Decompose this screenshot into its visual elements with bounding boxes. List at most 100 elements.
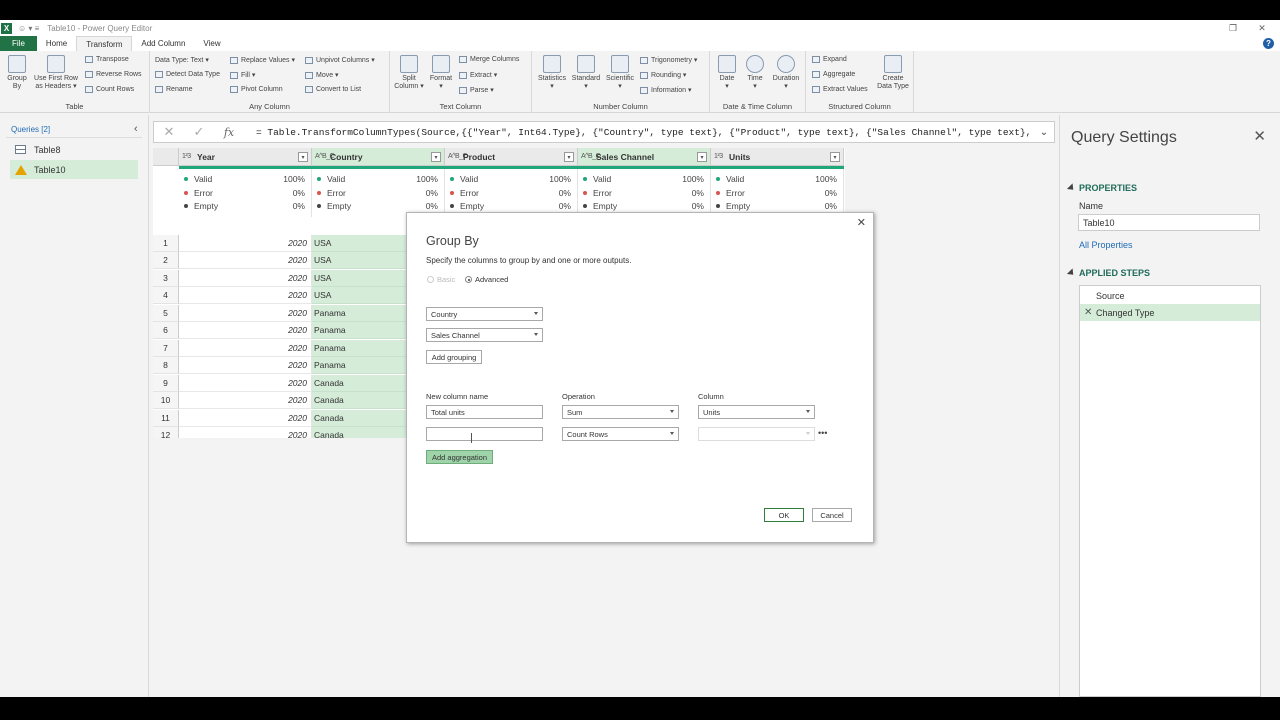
reverse-rows-button[interactable]: Reverse Rows	[85, 71, 142, 78]
cell-year[interactable]: 2020	[179, 270, 312, 287]
close-window-icon[interactable]: ✕	[1248, 20, 1276, 36]
extract-values-button[interactable]: Extract Values	[812, 86, 868, 93]
count-rows-button[interactable]: Count Rows	[85, 86, 134, 93]
create-data-type-button[interactable]: Create Data Type	[874, 55, 912, 91]
row-number[interactable]: 7	[153, 340, 179, 357]
new-column-name-input-2[interactable]	[426, 427, 543, 441]
step-changed-type[interactable]: ✕ Changed Type	[1080, 304, 1260, 321]
unpivot-columns-button[interactable]: Unpivot Columns ▾	[305, 56, 375, 64]
scientific-button[interactable]: Scientific ▾	[603, 55, 637, 91]
column-header-units[interactable]: 1²3 Units ▾	[711, 148, 844, 166]
cell-country[interactable]: Panama	[312, 357, 407, 374]
filter-dropdown-icon[interactable]: ▾	[697, 152, 707, 162]
standard-button[interactable]: Standard ▾	[569, 55, 603, 91]
row-number[interactable]: 2	[153, 252, 179, 269]
parse-button[interactable]: Parse ▾	[459, 86, 494, 94]
filter-dropdown-icon[interactable]: ▾	[564, 152, 574, 162]
cell-year[interactable]: 2020	[179, 392, 312, 409]
delete-step-icon[interactable]: ✕	[1084, 307, 1092, 318]
restore-window-icon[interactable]: ❐	[1219, 20, 1247, 36]
information-button[interactable]: Information ▾	[640, 86, 691, 94]
cell-year[interactable]: 2020	[179, 357, 312, 374]
column-header-country[interactable]: A^B_C Country ▾	[312, 148, 445, 166]
rounding-button[interactable]: Rounding ▾	[640, 71, 686, 79]
row-number[interactable]: 11	[153, 410, 179, 427]
all-properties-link[interactable]: All Properties	[1079, 240, 1133, 250]
text-type-icon[interactable]: A^B_C	[312, 153, 335, 160]
use-first-row-headers-button[interactable]: Use First Row as Headers ▾	[32, 55, 80, 91]
tab-transform[interactable]: Transform	[76, 36, 133, 51]
commit-formula-icon[interactable]: ✓	[184, 124, 214, 140]
row-number[interactable]: 9	[153, 375, 179, 392]
collapse-pane-icon[interactable]: ‹	[134, 123, 138, 135]
group-by-select-2[interactable]: Sales Channel	[426, 328, 543, 342]
row-number[interactable]: 5	[153, 305, 179, 322]
format-button[interactable]: Format ▾	[427, 55, 455, 91]
more-options-icon[interactable]: •••	[818, 428, 827, 438]
cell-year[interactable]: 2020	[179, 287, 312, 304]
step-source[interactable]: Source	[1080, 287, 1260, 304]
row-number[interactable]: 12	[153, 427, 179, 438]
file-tab[interactable]: File	[0, 36, 37, 51]
close-icon[interactable]: ✕	[857, 216, 866, 229]
query-name-input[interactable]: Table10	[1078, 214, 1260, 231]
row-number[interactable]: 8	[153, 357, 179, 374]
row-number[interactable]: 3	[153, 270, 179, 287]
time-button[interactable]: Time ▾	[742, 55, 768, 91]
cell-year[interactable]: 2020	[179, 235, 312, 252]
number-type-icon[interactable]: 1²3	[711, 153, 729, 160]
cell-country[interactable]: Panama	[312, 340, 407, 357]
text-type-icon[interactable]: A^B_C	[445, 153, 468, 160]
extract-button[interactable]: Extract ▾	[459, 71, 497, 79]
quick-access-toolbar[interactable]: ☺ ▾ ≡	[18, 24, 39, 33]
chevron-down-icon[interactable]: ⌄	[1034, 127, 1054, 138]
query-item-table10[interactable]: Table10	[10, 160, 138, 179]
query-item-table8[interactable]: Table8	[10, 140, 138, 159]
operation-select-1[interactable]: Sum	[562, 405, 679, 419]
formula-input[interactable]: = Table.TransformColumnTypes(Source,{{"Y…	[256, 127, 1034, 138]
expand-button[interactable]: Expand	[812, 56, 847, 63]
text-type-icon[interactable]: A^B_C	[578, 153, 601, 160]
split-column-button[interactable]: Split Column ▾	[394, 55, 424, 91]
pivot-column-button[interactable]: Pivot Column	[230, 86, 283, 93]
cell-country[interactable]: USA	[312, 252, 407, 269]
cell-country[interactable]: USA	[312, 235, 407, 252]
date-button[interactable]: Date ▾	[714, 55, 740, 91]
row-number[interactable]: 6	[153, 322, 179, 339]
radio-advanced[interactable]: Advanced	[465, 275, 508, 284]
cell-year[interactable]: 2020	[179, 340, 312, 357]
detect-data-type-button[interactable]: Detect Data Type	[155, 71, 220, 78]
cell-year[interactable]: 2020	[179, 375, 312, 392]
merge-columns-button[interactable]: Merge Columns	[459, 56, 519, 63]
ok-button[interactable]: OK	[764, 508, 804, 522]
cell-year[interactable]: 2020	[179, 252, 312, 269]
duration-button[interactable]: Duration ▾	[770, 55, 802, 91]
data-type-dropdown[interactable]: Data Type: Text ▾	[155, 56, 209, 64]
column-header-product[interactable]: A^B_C Product ▾	[445, 148, 578, 166]
column-header-sales-channel[interactable]: A^B_C Sales Channel ▾	[578, 148, 711, 166]
help-icon[interactable]: ?	[1263, 38, 1274, 49]
move-button[interactable]: Move ▾	[305, 71, 339, 79]
tab-add-column[interactable]: Add Column	[132, 36, 194, 51]
new-column-name-input-1[interactable]: Total units	[426, 405, 543, 419]
close-icon[interactable]: ✕	[1253, 127, 1266, 145]
operation-select-2[interactable]: Count Rows	[562, 427, 679, 441]
add-grouping-button[interactable]: Add grouping	[426, 350, 482, 364]
cell-country[interactable]: USA	[312, 270, 407, 287]
statistics-button[interactable]: Statistics ▾	[535, 55, 569, 91]
row-number[interactable]: 1	[153, 235, 179, 252]
properties-header[interactable]: PROPERTIES	[1066, 183, 1137, 193]
cancel-button[interactable]: Cancel	[812, 508, 852, 522]
table-menu-icon[interactable]	[153, 148, 179, 166]
column-header-year[interactable]: 1²3 Year ▾	[179, 148, 312, 166]
group-by-button[interactable]: Group By	[4, 55, 30, 91]
radio-basic[interactable]: Basic	[427, 275, 455, 284]
group-by-select-1[interactable]: Country	[426, 307, 543, 321]
cell-year[interactable]: 2020	[179, 427, 312, 438]
cell-country[interactable]: Panama	[312, 322, 407, 339]
row-number[interactable]: 10	[153, 392, 179, 409]
convert-to-list-button[interactable]: Convert to List	[305, 86, 361, 93]
row-number[interactable]: 4	[153, 287, 179, 304]
transpose-button[interactable]: Transpose	[85, 56, 129, 63]
filter-dropdown-icon[interactable]: ▾	[431, 152, 441, 162]
